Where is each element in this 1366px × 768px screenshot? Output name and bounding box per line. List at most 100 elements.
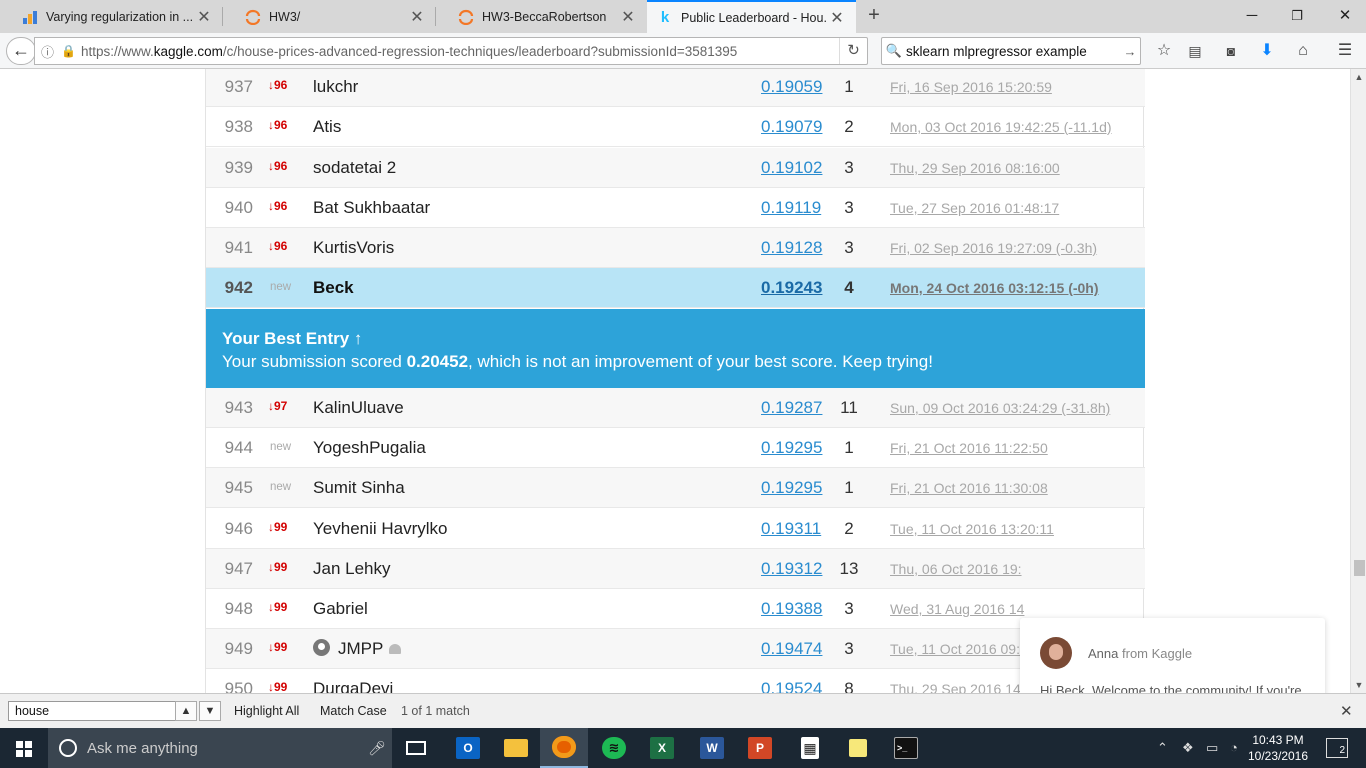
submission-score: 0.20452 [406,352,469,371]
close-icon[interactable]: ✕ [1340,702,1353,720]
show-hidden-icons-icon[interactable]: ⌃ [1157,740,1168,756]
scroll-up-icon[interactable]: ▲ [1351,69,1366,85]
url-text[interactable]: https://www.kaggle.com/c/house-prices-ad… [81,44,839,59]
reload-icon[interactable]: ↻ [839,38,867,64]
dropbox-icon[interactable]: ❖ [1182,740,1194,756]
score-link[interactable]: 0.19079 [761,117,822,137]
start-button[interactable] [0,728,48,768]
team-name[interactable]: sodatetai 2 [313,158,396,178]
outlook-taskbar-button[interactable]: O [444,728,492,768]
minimize-icon[interactable]: ─ [1242,6,1262,26]
score-link[interactable]: 0.19287 [761,398,822,418]
last-submission: Tue, 11 Oct 2016 09: [890,641,1020,657]
command-prompt-taskbar-button[interactable]: >_ [882,728,930,768]
close-icon[interactable]: ✕ [619,7,637,27]
rank-change: ↓99 [268,560,288,574]
team-name-cell[interactable]: JMPP [313,639,402,659]
pocket-icon[interactable]: ◙ [1220,41,1242,61]
tab-hw3-notebook[interactable]: HW3-BeccaRobertson ✕ [436,0,647,33]
score-link[interactable]: 0.19474 [761,639,822,659]
team-name[interactable]: YogeshPugalia [313,438,426,458]
microphone-icon[interactable]: 🎤︎ [362,740,392,757]
team-name[interactable]: Beck [313,278,354,298]
scroll-thumb[interactable] [1354,560,1365,576]
taskbar-clock[interactable]: 10:43 PM 10/23/2016 [1236,732,1320,764]
score-link[interactable]: 0.19119 [761,198,821,218]
close-icon[interactable]: ✕ [828,8,846,28]
team-name[interactable]: Jan Lehky [313,559,391,579]
team-name[interactable]: Yevhenii Havrylko [313,519,448,539]
team-name[interactable]: Sumit Sinha [313,478,405,498]
highlight-all-toggle[interactable]: Highlight All [234,704,299,718]
tab-sklearn[interactable]: Varying regularization in ... ✕ [0,0,223,33]
restore-icon[interactable]: ❐ [1287,6,1307,26]
score-link[interactable]: 0.19102 [761,158,822,178]
team-name[interactable]: KalinUluave [313,398,404,418]
last-submission: Wed, 31 Aug 2016 14 [890,601,1025,617]
sticky-notes-taskbar-button[interactable] [834,728,882,768]
bookmark-star-icon[interactable]: ☆ [1153,41,1175,61]
team-name[interactable]: JMPP [338,639,383,658]
menu-icon[interactable]: ☰ [1334,41,1356,61]
vertical-scrollbar[interactable]: ▲ ▼ [1350,69,1366,693]
cortana-search[interactable]: Ask me anything 🎤︎ [48,728,392,768]
url-bar[interactable]: ⓘ 🔒 https://www.kaggle.com/c/house-price… [34,37,868,65]
team-name[interactable]: lukchr [313,77,358,97]
tab-hw3[interactable]: HW3/ ✕ [223,0,436,33]
team-name[interactable]: KurtisVoris [313,238,394,258]
firefox-taskbar-button[interactable] [540,728,588,768]
find-next-button[interactable]: ▼ [199,701,221,721]
rank: 940 [224,198,253,217]
search-go-icon[interactable]: → [1120,44,1140,59]
rank: 941 [224,238,253,257]
score-link[interactable]: 0.19312 [761,559,822,579]
team-name[interactable]: DurgaDevi [313,679,393,693]
score-link[interactable]: 0.19243 [761,278,822,298]
scroll-down-icon[interactable]: ▼ [1351,677,1366,693]
close-icon[interactable]: ✕ [408,7,426,27]
battery-icon[interactable]: ▭ [1206,740,1218,756]
find-previous-button[interactable]: ▲ [175,701,197,721]
calculator-taskbar-button[interactable]: ▦ [786,728,834,768]
score-link[interactable]: 0.19311 [761,519,821,539]
new-tab-button[interactable]: + [862,4,886,28]
navigation-bar: ← ⓘ 🔒 https://www.kaggle.com/c/house-pri… [0,33,1366,69]
action-center-button[interactable]: 2 [1326,738,1348,758]
score-link[interactable]: 0.19128 [761,238,822,258]
powerpoint-taskbar-button[interactable]: P [736,728,784,768]
team-name[interactable]: Bat Sukhbaatar [313,198,430,218]
score-link[interactable]: 0.19295 [761,438,822,458]
spotify-taskbar-button[interactable]: ≋ [590,728,638,768]
close-window-icon[interactable]: ✕ [1335,6,1355,26]
last-submission: Tue, 11 Oct 2016 13:20:11 [890,521,1054,537]
find-input[interactable] [8,701,176,721]
jupyter-icon [245,9,261,25]
word-taskbar-button[interactable]: W [688,728,736,768]
score-link[interactable]: 0.19388 [761,599,822,619]
file-explorer-taskbar-button[interactable] [492,728,540,768]
kaggle-icon: k [660,9,670,26]
excel-taskbar-button[interactable]: X [638,728,686,768]
match-case-toggle[interactable]: Match Case [320,704,387,718]
table-row: 949 ↓99 JMPP 0.19474 3 Tue, 11 Oct 2016 … [206,629,1145,669]
back-button[interactable]: ← [6,37,36,65]
home-icon[interactable]: ⌂ [1292,41,1314,61]
team-name[interactable]: Atis [313,117,341,137]
intercom-chat-popup[interactable]: Anna from Kaggle Hi Beck, Welcome to the… [1020,618,1325,693]
powerpoint-icon: P [748,737,772,759]
close-icon[interactable]: ✕ [195,7,213,27]
download-icon[interactable]: ⬇ [1256,41,1278,61]
team-name[interactable]: Gabriel [313,599,368,619]
table-row: 938 ↓96 Atis 0.19079 2 Mon, 03 Oct 2016 … [206,107,1145,147]
score-link[interactable]: 0.19059 [761,77,822,97]
tab-leaderboard[interactable]: k Public Leaderboard - Hou... ✕ [647,0,856,33]
my-entry-row: 942 new Beck 0.19243 4 Mon, 24 Oct 2016 … [206,268,1145,308]
search-bar[interactable]: 🔍 sklearn mlpregressor example → [881,37,1141,65]
search-text[interactable]: sklearn mlpregressor example [906,44,1120,59]
score-link[interactable]: 0.19295 [761,478,822,498]
reading-list-icon[interactable]: ▤ [1184,41,1206,61]
info-icon[interactable]: ⓘ [41,42,59,61]
score-link[interactable]: 0.19524 [761,679,822,693]
terminal-icon: >_ [894,737,918,759]
task-view-button[interactable] [392,728,440,768]
